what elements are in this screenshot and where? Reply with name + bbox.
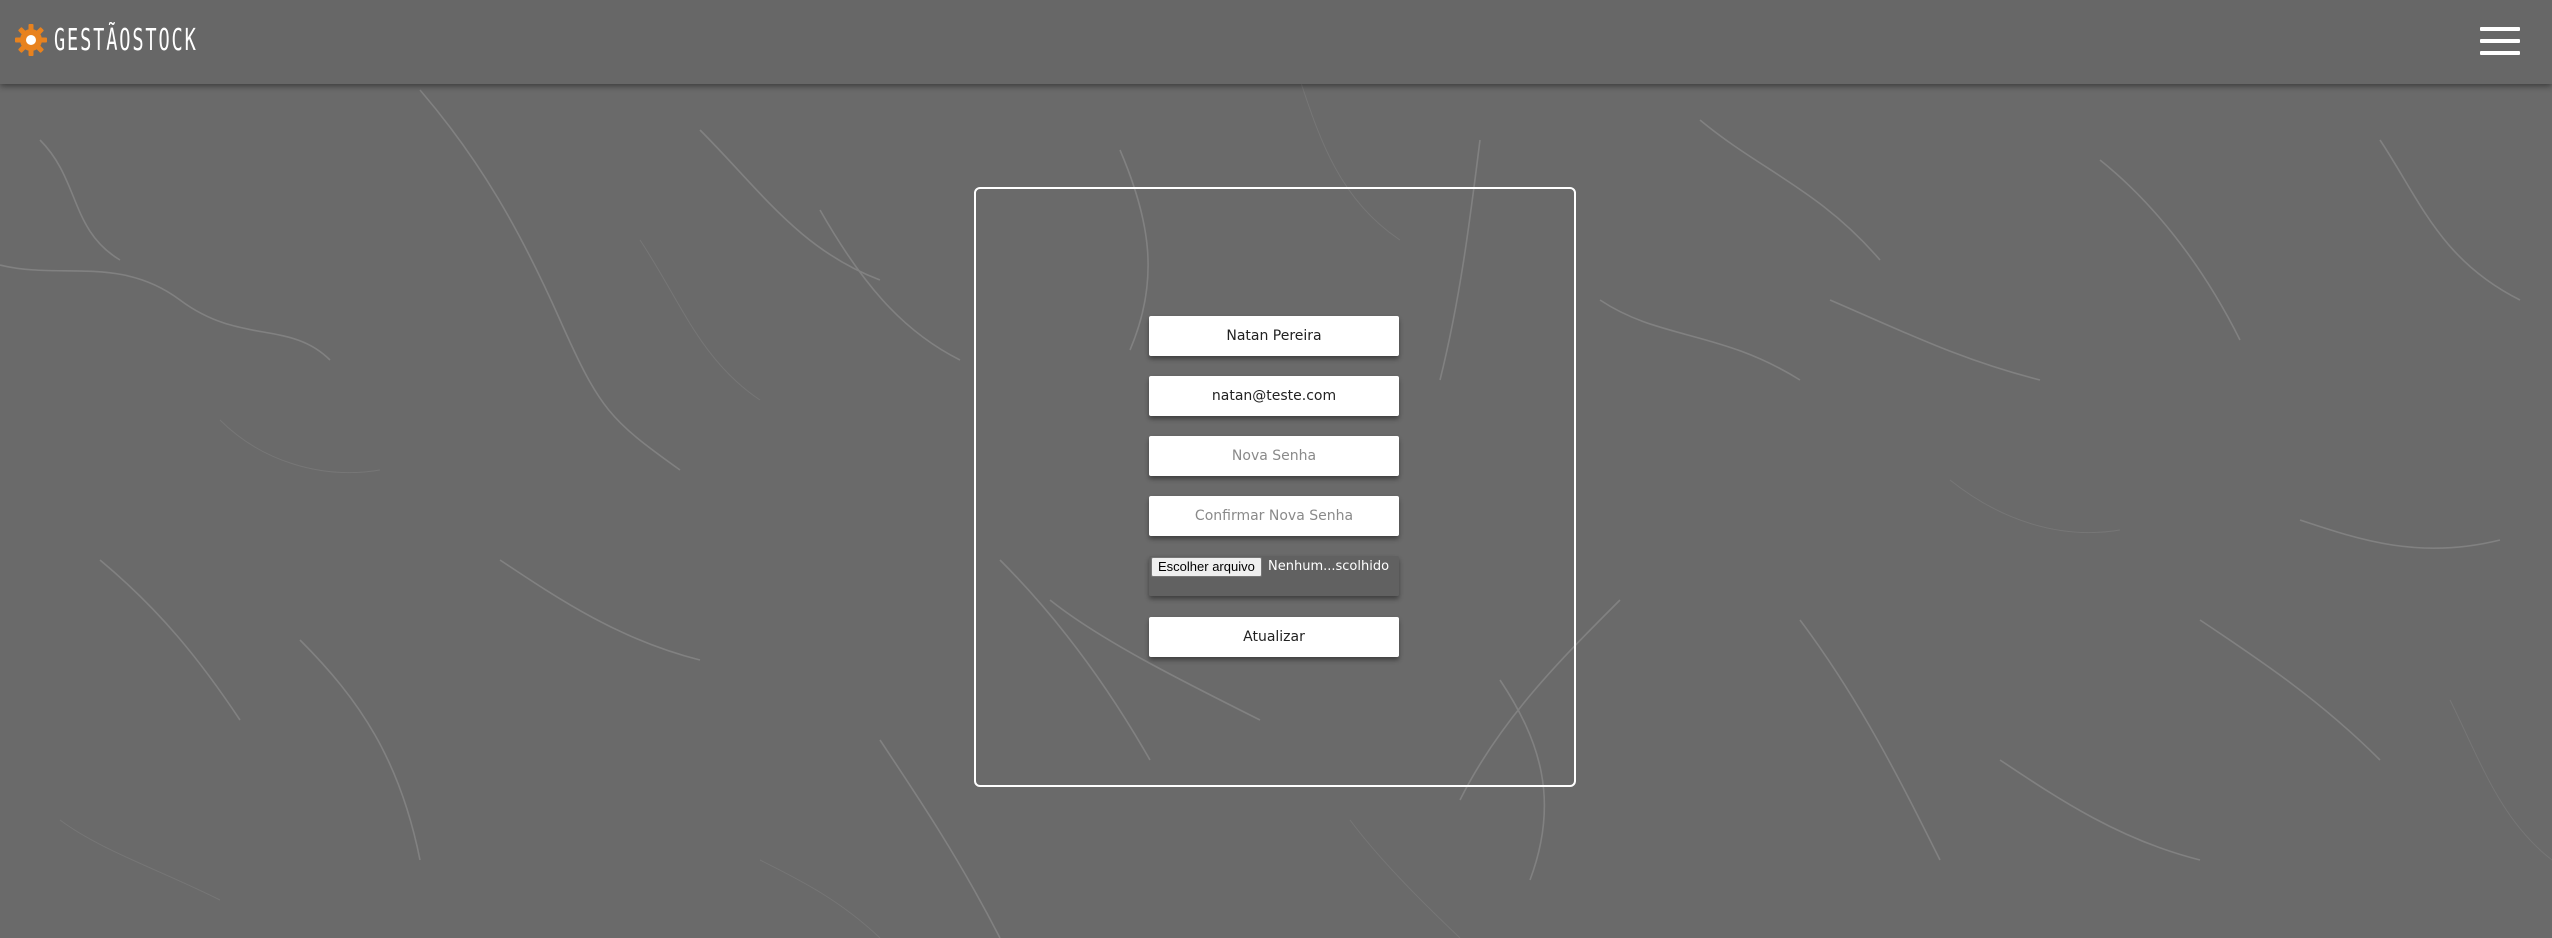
gear-icon bbox=[15, 24, 47, 56]
update-button[interactable]: Atualizar bbox=[1149, 617, 1399, 657]
name-field[interactable] bbox=[1149, 316, 1399, 356]
brand-name: GESTÃOSTOCK bbox=[54, 22, 198, 58]
menu-bar-top bbox=[2480, 27, 2520, 31]
new-password-field[interactable] bbox=[1149, 436, 1399, 476]
hamburger-menu-icon[interactable] bbox=[2480, 27, 2520, 55]
profile-form-card bbox=[974, 187, 1576, 787]
file-upload-input[interactable]: Escolher arquivo Nenhum...scolhido bbox=[1149, 556, 1399, 596]
menu-bar-middle bbox=[2480, 39, 2520, 43]
file-status-text: Nenhum...scolhido bbox=[1268, 559, 1390, 574]
email-field[interactable] bbox=[1149, 376, 1399, 416]
confirm-password-field[interactable] bbox=[1149, 496, 1399, 536]
choose-file-button[interactable]: Escolher arquivo bbox=[1151, 557, 1262, 577]
top-navbar: GESTÃOSTOCK bbox=[0, 0, 2552, 84]
menu-bar-bottom bbox=[2480, 51, 2520, 55]
brand-logo[interactable]: GESTÃOSTOCK bbox=[14, 22, 286, 58]
